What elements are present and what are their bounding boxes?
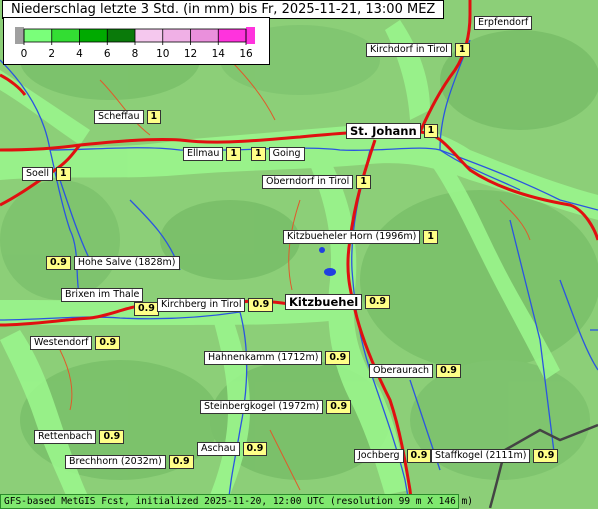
place-kirchdorf-in-tirol[interactable]: Kirchdorf in Tirol 1 [366, 43, 470, 57]
precip-value: 0.9 [326, 400, 352, 414]
legend-swatch [218, 29, 246, 42]
precip-value: 1 [423, 230, 438, 244]
place-name: Jochberg [354, 449, 404, 463]
place-name: Westendorf [30, 336, 93, 350]
precip-value: 0.9 [99, 430, 125, 444]
place-brechhorn[interactable]: Brechhorn (2032m) 0.9 [65, 455, 194, 469]
place-name: Kirchberg in Tirol [157, 298, 246, 312]
precip-value: 0.9 [134, 302, 159, 316]
place-name: Kitzbuehel [285, 294, 363, 310]
place-name: Going [268, 147, 305, 161]
legend-swatch [135, 29, 163, 42]
precipitation-legend: 0 2 4 6 8 10 12 14 16 [3, 17, 270, 65]
precip-value: 1 [226, 147, 242, 161]
legend-swatch [51, 29, 80, 42]
legend-swatch [162, 29, 191, 42]
place-name: Oberndorf in Tirol [262, 175, 354, 189]
legend-swatch [190, 29, 219, 42]
place-name: Scheffau [94, 110, 144, 124]
place-name: Brixen im Thale [61, 288, 144, 302]
place-brixen-im-thale[interactable]: Brixen im Thale [61, 288, 144, 302]
place-oberaurach[interactable]: Oberaurach 0.9 [369, 364, 461, 378]
precip-value: 0.9 [46, 256, 71, 270]
place-name: Erpfendorf [474, 16, 533, 30]
legend-max-swatch [246, 27, 255, 44]
precip-value: 0.9 [365, 295, 391, 309]
place-name: Hohe Salve (1828m) [73, 256, 180, 270]
place-oberndorf-in-tirol[interactable]: Oberndorf in Tirol 1 [262, 175, 371, 189]
place-going[interactable]: 1 Going [251, 147, 305, 161]
place-name: Brechhorn (2032m) [65, 455, 166, 469]
place-name: Hahnenkamm (1712m) [204, 351, 323, 365]
legend-tick-label: 2 [48, 48, 55, 60]
precip-value: 0.9 [533, 449, 559, 463]
precip-value: 1 [423, 124, 439, 138]
place-name: Kitzbueheler Horn (1996m) [283, 230, 421, 244]
place-kitzbuehel[interactable]: Kitzbuehel 0.9 [285, 294, 391, 310]
precip-value: 0.9 [436, 364, 461, 378]
legend-tick-label: 6 [104, 48, 111, 60]
place-aschau[interactable]: Aschau 0.9 [197, 442, 268, 456]
precip-value: 0.9 [325, 351, 351, 365]
place-kitzbueheler-horn[interactable]: Kitzbueheler Horn (1996m) 1 [283, 230, 438, 244]
place-name: St. Johann [346, 123, 421, 139]
place-name: Aschau [197, 442, 240, 456]
place-scheffau[interactable]: Scheffau 1 [94, 110, 162, 124]
precip-value: 1 [251, 147, 266, 161]
place-jochberg[interactable]: Jochberg 0.9 [354, 449, 432, 463]
place-name: Ellmau [183, 147, 224, 161]
legend-tick-label: 4 [76, 48, 83, 60]
precip-value: 1 [55, 167, 71, 181]
legend-swatch [107, 29, 135, 42]
legend-tick-label: 14 [212, 48, 226, 60]
legend-swatch [24, 29, 52, 42]
place-westendorf[interactable]: Westendorf 0.9 [30, 336, 121, 350]
place-name: Kirchdorf in Tirol [366, 43, 452, 57]
legend-zero-swatch [15, 27, 24, 44]
place-name: Rettenbach [34, 430, 97, 444]
place-name: Oberaurach [369, 364, 434, 378]
place-soell[interactable]: Soell 1 [22, 167, 71, 181]
precip-value: 0.9 [406, 449, 432, 463]
place-name: Staffkogel (2111m) [431, 449, 531, 463]
place-rettenbach[interactable]: Rettenbach 0.9 [34, 430, 125, 444]
precip-value: 0.9 [242, 442, 268, 456]
place-kirchberg-in-tirol[interactable]: Kirchberg in Tirol 0.9 [157, 298, 274, 312]
legend-tick-label: 10 [156, 48, 169, 60]
place-ellmau[interactable]: Ellmau 1 [183, 147, 242, 161]
place-staffkogel[interactable]: Staffkogel (2111m) 0.9 [431, 449, 559, 463]
place-hohe-salve[interactable]: 0.9 Hohe Salve (1828m) [46, 256, 180, 270]
place-erpfendorf[interactable]: Erpfendorf [474, 16, 533, 30]
legend-tick-label: 0 [21, 48, 28, 60]
place-st-johann[interactable]: St. Johann 1 [346, 123, 439, 139]
legend-color-scale: 0 2 4 6 8 10 12 14 16 [15, 27, 255, 60]
precip-value: 1 [356, 175, 371, 189]
precip-value: 0.9 [248, 298, 274, 312]
place-name: Soell [22, 167, 53, 181]
precip-value: 0.9 [95, 336, 121, 350]
place-steinbergkogel[interactable]: Steinbergkogel (1972m) 0.9 [200, 400, 352, 414]
place-name: Steinbergkogel (1972m) [200, 400, 324, 414]
legend-tick-label: 16 [239, 48, 253, 60]
precip-value: 1 [454, 43, 470, 57]
legend-swatch [79, 29, 108, 42]
legend-tick-label: 12 [184, 48, 197, 60]
precip-value: 1 [146, 110, 162, 124]
legend-tick-label: 8 [132, 48, 139, 60]
precip-value: 0.9 [168, 455, 194, 469]
place-hahnenkamm[interactable]: Hahnenkamm (1712m) 0.9 [204, 351, 351, 365]
model-info-footer: GFS-based MetGIS Fcst, initialized 2025-… [0, 494, 473, 509]
